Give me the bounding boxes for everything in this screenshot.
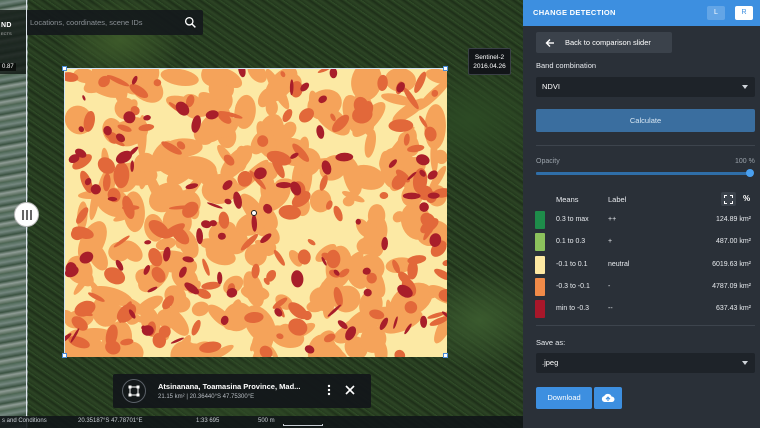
legend-row: min to -0.3 -- 637.43 km² [535,299,755,319]
legend-mean-range: -0.1 to 0.1 [556,260,588,268]
opacity-slider-track[interactable] [536,172,750,175]
legend-row: 0.3 to max ++ 124.89 km² [535,210,755,229]
legend-class-label: ++ [608,216,617,223]
legend-swatch [535,277,545,296]
more-options-icon[interactable] [326,384,332,396]
legend-label-header: Label [608,195,627,204]
change-detection-panel: CHANGE DETECTION L R Back to comparison … [523,0,760,428]
terms-link[interactable]: s and Conditions [2,418,47,424]
back-button-label: Back to comparison slider [565,38,651,47]
legend-class-label: -- [608,305,613,313]
legend-row: 0.1 to 0.3 +487.00 km² [535,232,755,252]
legend-class-label: neutral [608,260,630,268]
legend-mean-range: min to -0.3 [556,305,590,313]
search-input[interactable] [30,10,180,35]
cursor-coordinates: 20.35187°S 47.78701°E [78,418,143,424]
logo-text: ND [1,22,12,29]
divider [536,325,755,326]
back-to-comparison-button[interactable]: Back to comparison slider [536,32,672,53]
legend-area-value: 4787.09 km² [712,282,751,290]
opacity-value: 100 % [735,158,755,165]
save-as-label: Save as: [536,338,566,347]
toggle-right-button[interactable]: R [735,6,753,20]
toggle-left-button[interactable]: L [707,6,725,20]
aoi-corner-handle[interactable] [443,66,448,71]
chevron-down-icon [742,85,748,89]
scale-bar [283,424,323,426]
legend-area-value: 124.89 km² [715,216,751,223]
legend-class-label: - [608,282,611,290]
calculate-button[interactable]: Calculate [536,109,755,132]
legend-mean-range: 0.3 to max [556,216,589,223]
legend-area-value: 6019.63 km² [712,260,751,268]
legend-class-label: + [608,238,613,246]
legend-swatch [535,255,545,274]
search-icon[interactable] [184,16,197,29]
save-format-value: .jpeg [542,358,559,367]
cloud-upload-icon [601,393,615,402]
opacity-label: Opacity [536,158,560,165]
legend-swatch [535,300,545,319]
aoi-location-title: Atsinanana, Toamasina Province, Mad... [158,382,301,391]
logo-subtext: ECTS [1,31,12,36]
right-image-date: 2016.04.26 [473,63,506,70]
legend-row: -0.3 to -0.1 - 4787.09 km² [535,277,755,296]
scale-distance: 500 m [258,418,275,424]
left-image-date: 0.87 [0,63,16,71]
change-detection-overlay[interactable] [62,66,448,358]
map-view[interactable]: ND ECTS 0.87 Sentinel-2 2016.04.26 [0,0,523,428]
chevron-down-icon [742,361,748,365]
panel-header: CHANGE DETECTION L R [523,0,760,26]
opacity-slider-thumb[interactable] [746,169,754,177]
right-image-source: Sentinel-2 [474,54,505,61]
legend-mean-range: -0.3 to -0.1 [556,282,590,290]
right-image-info-badge: Sentinel-2 2016.04.26 [468,48,511,75]
legend-swatch [535,233,545,252]
legend-area-value: 487.00 km² [715,238,751,246]
band-combination-label: Band combination [536,61,597,70]
aoi-center-marker[interactable] [251,210,257,216]
fullscreen-icon [724,194,733,204]
comparison-slider-handle[interactable] [14,202,39,227]
legend-row: -0.1 to 0.1 neutral 6019.63 km² [535,255,755,274]
percent-toggle-button[interactable]: % [739,192,754,206]
aoi-corner-handle[interactable] [62,353,67,358]
legend-area-value: 637.43 km² [715,305,751,313]
aoi-area-coordinates: 21.15 km² | 20.36440°S 47.75300°E [158,394,255,400]
location-search[interactable] [26,10,203,35]
legend-means-header: Means [556,195,579,204]
aoi-corner-handle[interactable] [443,353,448,358]
aoi-corner-handle[interactable] [62,66,67,71]
save-format-select[interactable]: .jpeg [536,353,755,373]
aoi-info-card: Atsinanana, Toamasina Province, Mad... 2… [113,374,371,408]
legend-swatch [535,211,545,229]
band-combination-select[interactable]: NDVI [536,77,755,97]
arrow-left-icon [545,39,554,47]
panel-title: CHANGE DETECTION [533,8,616,17]
download-button[interactable]: Download [536,387,592,409]
divider [536,145,755,146]
close-icon[interactable] [343,383,357,397]
aoi-select-button[interactable] [122,379,146,403]
map-footer: s and Conditions 20.35187°S 47.78701°E 1… [0,416,523,428]
scale-ratio: 1:33 695 [196,418,220,424]
expand-icon[interactable] [721,192,736,206]
aoi-frame-icon [128,385,140,397]
band-combination-value: NDVI [542,82,560,91]
legend-mean-range: 0.1 to 0.3 [556,238,586,246]
upload-cloud-button[interactable] [594,387,622,409]
